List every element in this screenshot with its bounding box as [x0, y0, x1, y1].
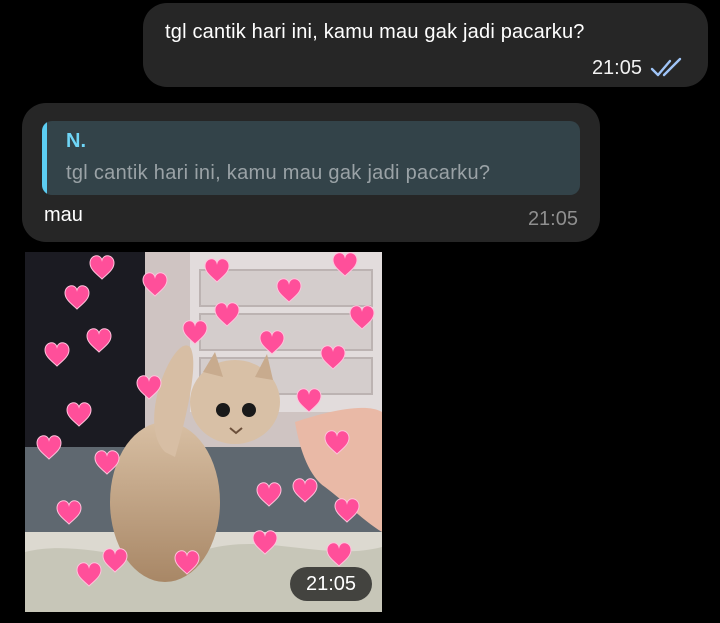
photo-time-badge: 21:05 — [290, 567, 372, 601]
message-text: mau — [44, 204, 83, 226]
double-check-icon — [650, 57, 682, 77]
reply-author-name: N. — [66, 130, 86, 152]
message-text: tgl cantik hari ini, kamu mau gak jadi p… — [165, 21, 585, 43]
photo-message[interactable]: 21:05 — [25, 252, 382, 612]
kitten-hearts-image — [25, 252, 382, 612]
message-time: 21:05 — [527, 208, 578, 230]
reply-preview[interactable]: N. tgl cantik hari ini, kamu mau gak jad… — [42, 121, 580, 195]
incoming-message-bubble[interactable]: N. tgl cantik hari ini, kamu mau gak jad… — [22, 103, 600, 242]
reply-quote-text: tgl cantik hari ini, kamu mau gak jadi p… — [66, 162, 491, 184]
outgoing-message-bubble[interactable]: tgl cantik hari ini, kamu mau gak jadi p… — [143, 3, 708, 87]
message-time: 21:05 — [591, 57, 642, 79]
reply-accent-bar — [42, 121, 47, 195]
